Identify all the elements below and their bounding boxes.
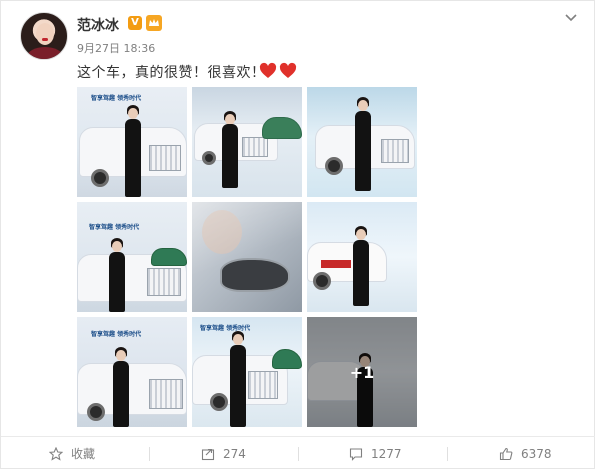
avatar-clothing <box>27 47 63 59</box>
photo-signage: 智享驾趣 领秀时代 <box>91 95 142 102</box>
heart-icon <box>259 62 277 78</box>
like-button[interactable]: 6378 <box>499 437 552 469</box>
favorite-label: 收藏 <box>71 447 96 461</box>
photo-thumbnail-2[interactable] <box>192 87 302 197</box>
more-photos-overlay[interactable]: +1 <box>307 317 417 427</box>
avatar[interactable] <box>20 12 68 60</box>
avatar-face <box>36 23 54 45</box>
comment-button[interactable]: 1277 <box>349 437 402 469</box>
photo-thumbnail-1[interactable]: 智享驾趣 领秀时代 <box>77 87 187 197</box>
photo-thumbnail-5[interactable] <box>192 202 302 312</box>
photo-thumbnail-7[interactable]: 智享驾趣 领秀时代 <box>77 317 187 427</box>
comment-icon <box>349 447 363 461</box>
star-icon <box>49 446 63 461</box>
avatar-lips <box>42 38 48 41</box>
like-count: 6378 <box>521 446 552 461</box>
favorite-button[interactable]: 收藏 <box>49 437 95 469</box>
photo-thumbnail-3[interactable] <box>307 87 417 197</box>
photo-signage: 智享驾趣 领秀时代 <box>89 224 140 231</box>
repost-icon <box>201 448 215 460</box>
repost-button[interactable]: 274 <box>201 437 246 469</box>
photo-thumbnail-9[interactable]: +1 <box>307 317 417 427</box>
photo-signage: 智享驾趣 领秀时代 <box>200 325 251 332</box>
action-separator <box>149 447 150 461</box>
weibo-post-card: 范冰冰 V 9月27日 18:36 这个车，真的很赞！很喜欢！ 智享驾趣 领秀时… <box>0 0 595 469</box>
vip-crown-icon <box>146 15 162 31</box>
author-name[interactable]: 范冰冰 <box>77 15 119 35</box>
photo-signage: 智享驾趣 领秀时代 <box>91 331 142 338</box>
heart-icon <box>279 62 297 78</box>
photo-thumbnail-6[interactable] <box>307 202 417 312</box>
post-timestamp[interactable]: 9月27日 18:36 <box>77 40 155 56</box>
action-separator <box>298 447 299 461</box>
photo-grid: 智享驾趣 领秀时代 智享驾趣 领秀时代 智享驾趣 领秀时代 智享驾趣 领秀时代 … <box>77 87 417 427</box>
verified-badge: V <box>128 16 142 30</box>
comment-count: 1277 <box>371 446 402 461</box>
photo-thumbnail-8[interactable]: 智享驾趣 领秀时代 <box>192 317 302 427</box>
photo-thumbnail-4[interactable]: 智享驾趣 领秀时代 <box>77 202 187 312</box>
action-separator <box>447 447 448 461</box>
chevron-down-icon[interactable] <box>563 9 579 25</box>
heart-icons <box>259 62 299 84</box>
post-text: 这个车，真的很赞！很喜欢！ <box>77 65 266 81</box>
repost-count: 274 <box>223 446 246 461</box>
thumbs-up-icon <box>499 447 513 460</box>
